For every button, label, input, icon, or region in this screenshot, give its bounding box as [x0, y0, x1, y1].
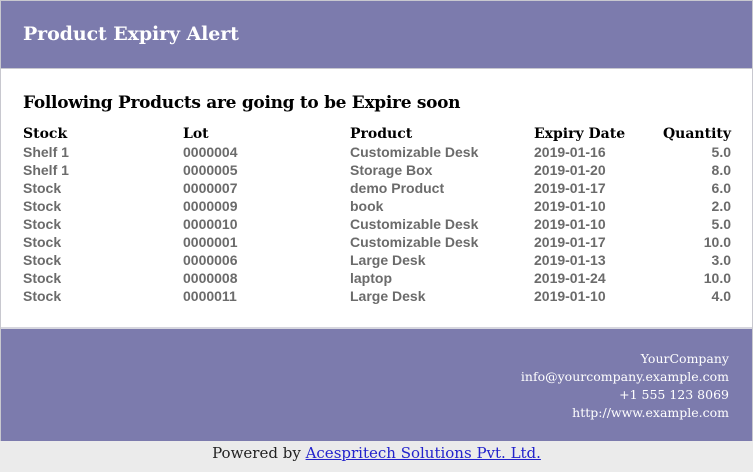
cell-lot: 0000004	[183, 144, 238, 160]
cell-product: Large Desk	[350, 288, 426, 304]
company-contact-block: YourCompany info@yourcompany.example.com…	[521, 350, 729, 422]
column-header-quantity: Quantity	[662, 126, 731, 142]
cell-stock: Stock	[23, 288, 62, 304]
cell-product: laptop	[350, 270, 392, 286]
cell-stock: Shelf 1	[23, 162, 69, 178]
powered-by-label: Powered by	[212, 444, 301, 462]
cell-quantity: 5.0	[711, 216, 731, 232]
vendor-link[interactable]: Acespritech Solutions Pvt. Ltd.	[306, 444, 541, 462]
cell-expiry-date: 2019-01-10	[534, 288, 606, 304]
alert-content: Following Products are going to be Expir…	[1, 69, 752, 329]
company-email: info@yourcompany.example.com	[520, 369, 729, 384]
column-header-stock: Stock	[23, 126, 68, 142]
expiry-table: Stock Lot Product Expiry Date Quantity S…	[23, 125, 731, 305]
cell-lot: 0000005	[183, 162, 238, 178]
cell-stock: Stock	[23, 198, 62, 214]
cell-product: Storage Box	[350, 162, 433, 178]
cell-stock: Stock	[23, 180, 62, 196]
page-title: Product Expiry Alert	[23, 23, 239, 45]
cell-lot: 0000011	[183, 288, 237, 304]
cell-stock: Stock	[23, 234, 62, 250]
cell-expiry-date: 2019-01-17	[534, 180, 606, 196]
table-row: Shelf 1 0000004 Customizable Desk 2019-0…	[23, 143, 731, 161]
cell-expiry-date: 2019-01-10	[534, 216, 606, 232]
cell-quantity: 10.0	[703, 270, 731, 286]
cell-stock: Stock	[23, 252, 62, 268]
column-header-lot: Lot	[183, 126, 209, 142]
powered-by-line: Powered by Acespritech Solutions Pvt. Lt…	[0, 442, 753, 472]
table-row: Shelf 1 0000005 Storage Box 2019-01-20 8…	[23, 161, 731, 179]
column-header-expiry-date: Expiry Date	[534, 126, 626, 142]
company-name: YourCompany	[640, 351, 729, 366]
cell-quantity: 10.0	[703, 234, 731, 250]
cell-expiry-date: 2019-01-24	[534, 270, 606, 286]
table-row: Stock 0000010 Customizable Desk 2019-01-…	[23, 215, 731, 233]
cell-product: book	[350, 198, 384, 214]
cell-lot: 0000010	[183, 216, 238, 232]
cell-expiry-date: 2019-01-16	[534, 144, 606, 160]
cell-expiry-date: 2019-01-10	[534, 198, 606, 214]
cell-quantity: 2.0	[711, 198, 731, 214]
cell-quantity: 4.0	[711, 288, 731, 304]
cell-lot: 0000007	[183, 180, 238, 196]
table-row: Stock 0000001 Customizable Desk 2019-01-…	[23, 233, 731, 251]
footer-banner: YourCompany info@yourcompany.example.com…	[1, 329, 752, 441]
cell-product: Customizable Desk	[350, 144, 479, 160]
intro-heading: Following Products are going to be Expir…	[23, 93, 461, 113]
table-row: Stock 0000011 Large Desk 2019-01-10 4.0	[23, 287, 731, 305]
table-header-row: Stock Lot Product Expiry Date Quantity	[23, 125, 731, 143]
company-phone: +1 555 123 8069	[619, 387, 729, 402]
cell-stock: Stock	[23, 216, 62, 232]
cell-expiry-date: 2019-01-20	[534, 162, 606, 178]
cell-product: demo Product	[350, 180, 445, 196]
cell-product: Large Desk	[350, 252, 426, 268]
cell-quantity: 3.0	[711, 252, 731, 268]
cell-stock: Shelf 1	[23, 144, 69, 160]
cell-stock: Stock	[23, 270, 62, 286]
cell-product: Customizable Desk	[350, 234, 479, 250]
header-banner: Product Expiry Alert	[1, 1, 752, 69]
cell-quantity: 8.0	[711, 162, 731, 178]
cell-quantity: 5.0	[711, 144, 731, 160]
company-website: http://www.example.com	[572, 405, 729, 420]
table-row: Stock 0000006 Large Desk 2019-01-13 3.0	[23, 251, 731, 269]
email-frame: Product Expiry Alert Following Products …	[0, 0, 753, 441]
cell-lot: 0000009	[183, 198, 238, 214]
cell-expiry-date: 2019-01-13	[534, 252, 606, 268]
cell-lot: 0000001	[183, 234, 238, 250]
cell-lot: 0000006	[183, 252, 238, 268]
table-row: Stock 0000007 demo Product 2019-01-17 6.…	[23, 179, 731, 197]
cell-product: Customizable Desk	[350, 216, 479, 232]
table-row: Stock 0000009 book 2019-01-10 2.0	[23, 197, 731, 215]
column-header-product: Product	[350, 126, 413, 142]
table-row: Stock 0000008 laptop 2019-01-24 10.0	[23, 269, 731, 287]
cell-lot: 0000008	[183, 270, 238, 286]
cell-quantity: 6.0	[711, 180, 731, 196]
cell-expiry-date: 2019-01-17	[534, 234, 606, 250]
